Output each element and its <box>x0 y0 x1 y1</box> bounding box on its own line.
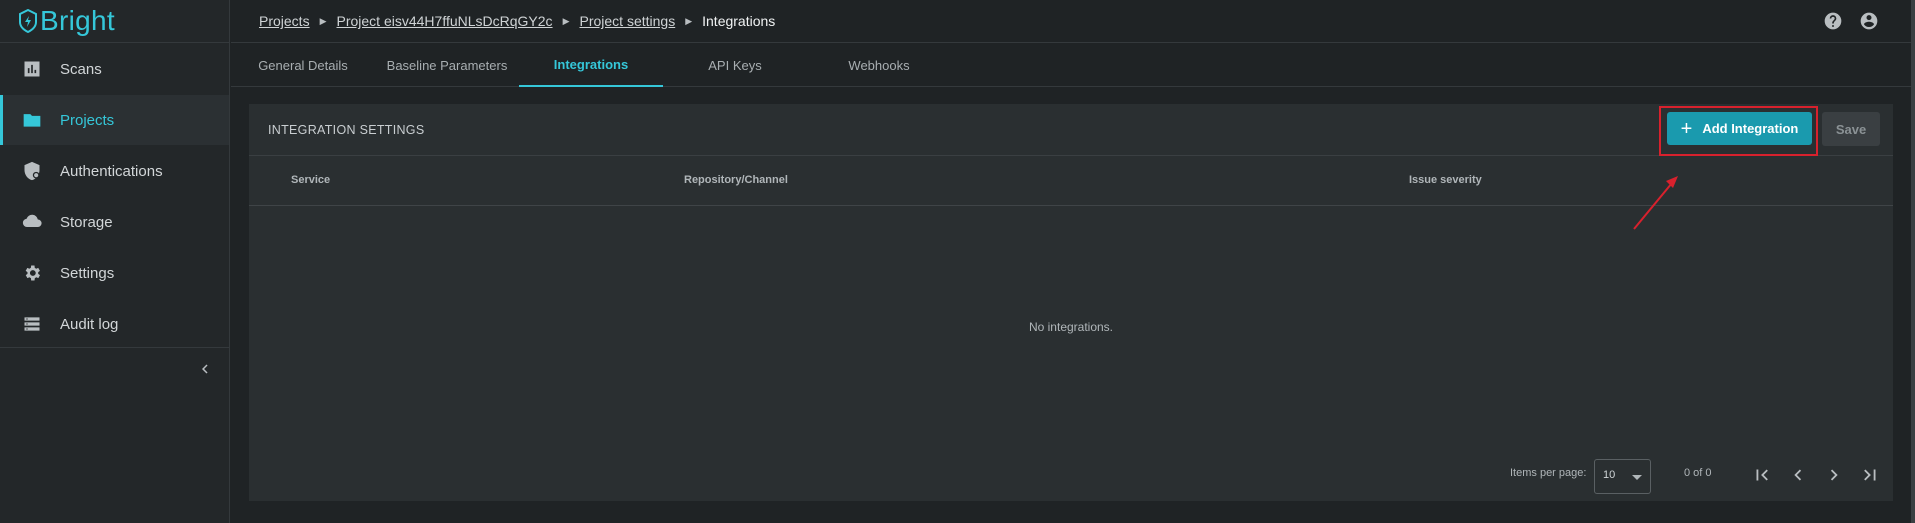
sidebar-nav: Scans Projects Authentications Storage S… <box>0 44 229 349</box>
sidebar: Bright Scans Projects Authentications St… <box>0 0 230 523</box>
card-title: INTEGRATION SETTINGS <box>268 122 425 137</box>
tab-integrations[interactable]: Integrations <box>519 44 663 87</box>
logo-text: Bright <box>40 5 115 36</box>
folder-icon <box>23 114 41 127</box>
empty-state-message: No integrations. <box>1028 320 1114 334</box>
sidebar-item-scans[interactable]: Scans <box>0 44 229 94</box>
previous-page-button[interactable] <box>1787 464 1811 488</box>
breadcrumb-project[interactable]: Project eisv44H7ffuNLsDcRqGY2c <box>337 13 553 29</box>
next-page-button[interactable] <box>1823 464 1847 488</box>
tab-webhooks[interactable]: Webhooks <box>807 44 951 87</box>
cloud-icon <box>22 214 42 227</box>
sidebar-item-settings[interactable]: Settings <box>0 248 229 298</box>
first-page-icon <box>1756 469 1768 481</box>
sidebar-item-label: Authentications <box>60 162 163 180</box>
last-page-icon <box>1864 469 1876 481</box>
caret-down-icon <box>1632 475 1642 480</box>
chevron-left-icon <box>202 364 208 374</box>
sidebar-item-label: Projects <box>60 111 115 129</box>
save-button[interactable]: Save <box>1822 112 1880 146</box>
sidebar-item-storage[interactable]: Storage <box>0 197 229 247</box>
sidebar-item-label: Audit log <box>60 315 119 333</box>
table-header: Service Repository/Channel Issue severit… <box>249 156 1893 206</box>
column-header-repository[interactable]: Repository/Channel <box>684 174 788 186</box>
sidebar-item-label: Settings <box>60 264 115 282</box>
sidebar-item-audit-log[interactable]: Audit log <box>0 299 229 349</box>
column-header-service[interactable]: Service <box>291 174 330 186</box>
breadcrumb-current: Integrations <box>702 13 776 29</box>
header-actions <box>1823 11 1879 31</box>
help-icon[interactable] <box>1823 11 1843 31</box>
top-bar: Projects ▶ Project eisv44H7ffuNLsDcRqGY2… <box>231 0 1915 43</box>
card-header: INTEGRATION SETTINGS <box>249 104 1893 156</box>
settings-tabs: General Details Baseline Parameters Inte… <box>231 44 1915 87</box>
sidebar-item-label: Storage <box>60 213 113 231</box>
page-size-select[interactable]: 10 <box>1594 459 1651 494</box>
page-range-label: 0 of 0 <box>1684 467 1712 479</box>
breadcrumb-projects[interactable]: Projects <box>259 13 310 29</box>
plus-icon: + <box>1680 117 1693 140</box>
scrollbar[interactable] <box>1911 0 1915 523</box>
chevron-right-icon <box>1830 469 1838 481</box>
page-size-value: 10 <box>1603 469 1616 481</box>
chart-icon <box>24 61 40 77</box>
shield-icon <box>24 161 40 181</box>
breadcrumb-separator-icon: ▶ <box>319 15 327 26</box>
breadcrumb: Projects ▶ Project eisv44H7ffuNLsDcRqGY2… <box>259 13 775 29</box>
sidebar-item-projects[interactable]: Projects <box>0 95 229 145</box>
integration-settings-card: INTEGRATION SETTINGS + Add Integration S… <box>249 104 1893 501</box>
breadcrumb-project-settings[interactable]: Project settings <box>579 13 675 29</box>
logo[interactable]: Bright <box>0 0 229 43</box>
collapse-sidebar-button[interactable] <box>196 360 216 380</box>
sidebar-divider <box>0 347 230 348</box>
breadcrumb-separator-icon: ▶ <box>685 15 693 26</box>
sidebar-item-authentications[interactable]: Authentications <box>0 146 229 196</box>
bright-logo-icon <box>19 9 37 33</box>
gear-icon <box>25 265 40 281</box>
add-integration-label: Add Integration <box>1702 121 1799 136</box>
breadcrumb-separator-icon: ▶ <box>562 15 570 26</box>
first-page-button[interactable] <box>1751 464 1775 488</box>
tab-api-keys[interactable]: API Keys <box>663 44 807 87</box>
items-per-page-label: Items per page: <box>1510 467 1587 479</box>
chevron-left-icon <box>1794 469 1802 481</box>
account-icon[interactable] <box>1859 11 1879 31</box>
column-header-issue-severity[interactable]: Issue severity <box>1409 174 1482 186</box>
list-icon <box>24 317 40 331</box>
last-page-button[interactable] <box>1859 464 1883 488</box>
tab-baseline-parameters[interactable]: Baseline Parameters <box>375 44 519 87</box>
tab-general-details[interactable]: General Details <box>231 44 375 87</box>
sidebar-item-label: Scans <box>60 60 102 78</box>
add-integration-button[interactable]: + Add Integration <box>1667 112 1812 145</box>
